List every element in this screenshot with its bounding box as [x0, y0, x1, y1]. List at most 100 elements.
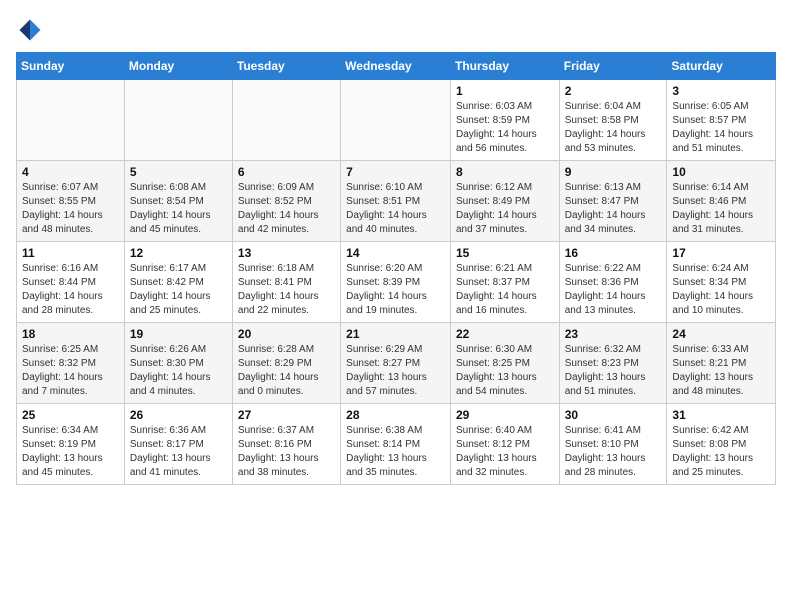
calendar-cell: 25 Sunrise: 6:34 AM Sunset: 8:19 PM Dayli… [17, 404, 125, 485]
day-number: 9 [565, 165, 662, 179]
day-number: 16 [565, 246, 662, 260]
calendar-cell: 16 Sunrise: 6:22 AM Sunset: 8:36 PM Dayli… [559, 242, 667, 323]
calendar-body: 1 Sunrise: 6:03 AM Sunset: 8:59 PM Daylig… [17, 80, 776, 485]
calendar-cell: 18 Sunrise: 6:25 AM Sunset: 8:32 PM Dayli… [17, 323, 125, 404]
day-info: Sunrise: 6:33 AM Sunset: 8:21 PM Dayligh… [672, 343, 770, 399]
day-number: 4 [22, 165, 119, 179]
day-info: Sunrise: 6:07 AM Sunset: 8:55 PM Dayligh… [22, 181, 119, 237]
day-number: 12 [130, 246, 227, 260]
weekday-header-tuesday: Tuesday [232, 53, 340, 80]
calendar-cell: 29 Sunrise: 6:40 AM Sunset: 8:12 PM Dayli… [450, 404, 559, 485]
calendar-cell: 14 Sunrise: 6:20 AM Sunset: 8:39 PM Dayli… [341, 242, 451, 323]
day-number: 15 [456, 246, 554, 260]
day-info: Sunrise: 6:37 AM Sunset: 8:16 PM Dayligh… [238, 424, 335, 480]
calendar-header-row: SundayMondayTuesdayWednesdayThursdayFrid… [17, 53, 776, 80]
day-number: 27 [238, 408, 335, 422]
calendar-week-row: 18 Sunrise: 6:25 AM Sunset: 8:32 PM Dayli… [17, 323, 776, 404]
logo-icon [16, 16, 44, 44]
day-number: 14 [346, 246, 445, 260]
day-number: 3 [672, 84, 770, 98]
day-number: 29 [456, 408, 554, 422]
day-info: Sunrise: 6:20 AM Sunset: 8:39 PM Dayligh… [346, 262, 445, 318]
calendar-cell: 11 Sunrise: 6:16 AM Sunset: 8:44 PM Dayli… [17, 242, 125, 323]
day-info: Sunrise: 6:14 AM Sunset: 8:46 PM Dayligh… [672, 181, 770, 237]
day-info: Sunrise: 6:24 AM Sunset: 8:34 PM Dayligh… [672, 262, 770, 318]
calendar-cell: 28Sunrise: 6:38 AM Sunset: 8:14 PM Dayli… [341, 404, 451, 485]
calendar-week-row: 1 Sunrise: 6:03 AM Sunset: 8:59 PM Daylig… [17, 80, 776, 161]
calendar-cell: 4 Sunrise: 6:07 AM Sunset: 8:55 PM Daylig… [17, 161, 125, 242]
day-number: 22 [456, 327, 554, 341]
calendar-cell [17, 80, 125, 161]
day-number: 11 [22, 246, 119, 260]
day-info: Sunrise: 6:28 AM Sunset: 8:29 PM Dayligh… [238, 343, 335, 399]
page-header [16, 16, 776, 44]
day-info: Sunrise: 6:21 AM Sunset: 8:37 PM Dayligh… [456, 262, 554, 318]
day-info: Sunrise: 6:26 AM Sunset: 8:30 PM Dayligh… [130, 343, 227, 399]
day-number: 1 [456, 84, 554, 98]
day-info: Sunrise: 6:13 AM Sunset: 8:47 PM Dayligh… [565, 181, 662, 237]
day-info: Sunrise: 6:09 AM Sunset: 8:52 PM Dayligh… [238, 181, 335, 237]
day-number: 25 [22, 408, 119, 422]
calendar-cell: 6 Sunrise: 6:09 AM Sunset: 8:52 PM Daylig… [232, 161, 340, 242]
calendar-cell: 7 Sunrise: 6:10 AM Sunset: 8:51 PM Daylig… [341, 161, 451, 242]
weekday-header-sunday: Sunday [17, 53, 125, 80]
calendar-cell: 24 Sunrise: 6:33 AM Sunset: 8:21 PM Dayli… [667, 323, 776, 404]
calendar-week-row: 11 Sunrise: 6:16 AM Sunset: 8:44 PM Dayli… [17, 242, 776, 323]
calendar-cell: 1 Sunrise: 6:03 AM Sunset: 8:59 PM Daylig… [450, 80, 559, 161]
logo [16, 16, 48, 44]
calendar-cell: 20 Sunrise: 6:28 AM Sunset: 8:29 PM Dayli… [232, 323, 340, 404]
day-info: Sunrise: 6:10 AM Sunset: 8:51 PM Dayligh… [346, 181, 445, 237]
day-info: Sunrise: 6:41 AM Sunset: 8:10 PM Dayligh… [565, 424, 662, 480]
day-info: Sunrise: 6:32 AM Sunset: 8:23 PM Dayligh… [565, 343, 662, 399]
day-number: 24 [672, 327, 770, 341]
calendar-cell: 12Sunrise: 6:17 AM Sunset: 8:42 PM Dayli… [124, 242, 232, 323]
calendar-cell: 8Sunrise: 6:12 AM Sunset: 8:49 PM Daylig… [450, 161, 559, 242]
calendar-cell [124, 80, 232, 161]
day-info: Sunrise: 6:36 AM Sunset: 8:17 PM Dayligh… [130, 424, 227, 480]
calendar-cell: 26 Sunrise: 6:36 AM Sunset: 8:17 PM Dayli… [124, 404, 232, 485]
calendar-cell: 30 Sunrise: 6:41 AM Sunset: 8:10 PM Dayli… [559, 404, 667, 485]
day-number: 23 [565, 327, 662, 341]
day-info: Sunrise: 6:18 AM Sunset: 8:41 PM Dayligh… [238, 262, 335, 318]
calendar-cell: 10 Sunrise: 6:14 AM Sunset: 8:46 PM Dayli… [667, 161, 776, 242]
day-number: 20 [238, 327, 335, 341]
day-info: Sunrise: 6:08 AM Sunset: 8:54 PM Dayligh… [130, 181, 227, 237]
day-number: 10 [672, 165, 770, 179]
day-number: 19 [130, 327, 227, 341]
weekday-header-monday: Monday [124, 53, 232, 80]
day-number: 21 [346, 327, 445, 341]
calendar-cell: 21Sunrise: 6:29 AM Sunset: 8:27 PM Dayli… [341, 323, 451, 404]
weekday-header-thursday: Thursday [450, 53, 559, 80]
day-info: Sunrise: 6:38 AM Sunset: 8:14 PM Dayligh… [346, 424, 445, 480]
calendar-cell [341, 80, 451, 161]
calendar-cell: 17 Sunrise: 6:24 AM Sunset: 8:34 PM Dayli… [667, 242, 776, 323]
day-info: Sunrise: 6:25 AM Sunset: 8:32 PM Dayligh… [22, 343, 119, 399]
calendar-cell: 13 Sunrise: 6:18 AM Sunset: 8:41 PM Dayli… [232, 242, 340, 323]
calendar-week-row: 4 Sunrise: 6:07 AM Sunset: 8:55 PM Daylig… [17, 161, 776, 242]
day-info: Sunrise: 6:03 AM Sunset: 8:59 PM Dayligh… [456, 100, 554, 156]
weekday-header-wednesday: Wednesday [341, 53, 451, 80]
day-info: Sunrise: 6:22 AM Sunset: 8:36 PM Dayligh… [565, 262, 662, 318]
day-info: Sunrise: 6:40 AM Sunset: 8:12 PM Dayligh… [456, 424, 554, 480]
calendar-cell: 19 Sunrise: 6:26 AM Sunset: 8:30 PM Dayli… [124, 323, 232, 404]
day-number: 7 [346, 165, 445, 179]
calendar-cell: 2 Sunrise: 6:04 AM Sunset: 8:58 PM Daylig… [559, 80, 667, 161]
day-info: Sunrise: 6:05 AM Sunset: 8:57 PM Dayligh… [672, 100, 770, 156]
day-number: 17 [672, 246, 770, 260]
day-number: 30 [565, 408, 662, 422]
calendar-cell: 9 Sunrise: 6:13 AM Sunset: 8:47 PM Daylig… [559, 161, 667, 242]
calendar-week-row: 25 Sunrise: 6:34 AM Sunset: 8:19 PM Dayli… [17, 404, 776, 485]
day-info: Sunrise: 6:42 AM Sunset: 8:08 PM Dayligh… [672, 424, 770, 480]
calendar-cell: 23 Sunrise: 6:32 AM Sunset: 8:23 PM Dayli… [559, 323, 667, 404]
day-info: Sunrise: 6:16 AM Sunset: 8:44 PM Dayligh… [22, 262, 119, 318]
day-number: 18 [22, 327, 119, 341]
weekday-header-friday: Friday [559, 53, 667, 80]
calendar-cell: 5 Sunrise: 6:08 AM Sunset: 8:54 PM Daylig… [124, 161, 232, 242]
day-number: 6 [238, 165, 335, 179]
day-info: Sunrise: 6:04 AM Sunset: 8:58 PM Dayligh… [565, 100, 662, 156]
day-info: Sunrise: 6:34 AM Sunset: 8:19 PM Dayligh… [22, 424, 119, 480]
day-number: 26 [130, 408, 227, 422]
day-number: 2 [565, 84, 662, 98]
day-number: 5 [130, 165, 227, 179]
day-number: 13 [238, 246, 335, 260]
